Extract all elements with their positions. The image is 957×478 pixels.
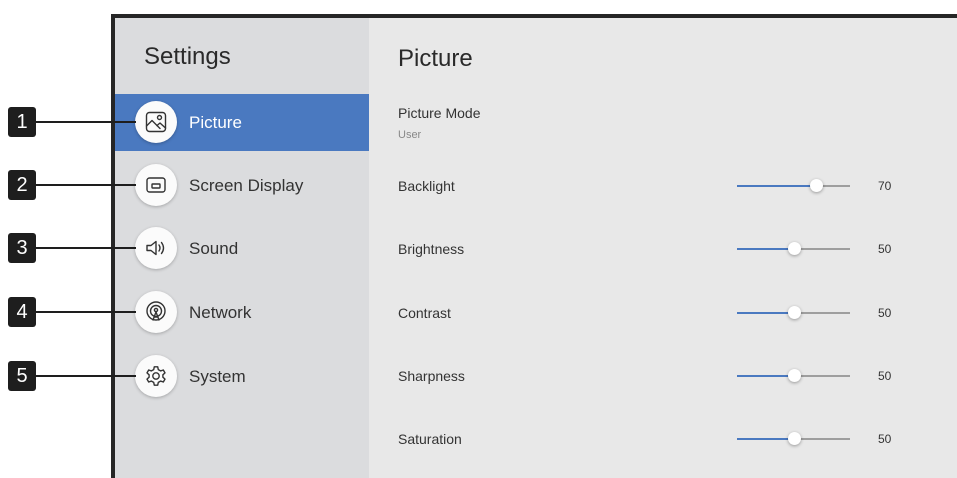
setting-row-backlight[interactable]: Backlight 70 xyxy=(369,171,957,201)
setting-value: 50 xyxy=(878,306,892,320)
callout-2: 2 xyxy=(8,170,36,200)
setting-value: 50 xyxy=(878,369,892,383)
callout-4: 4 xyxy=(8,297,36,327)
callout-5: 5 xyxy=(8,361,36,391)
sidebar: Settings Picture Screen Display Sound Ne… xyxy=(115,18,369,478)
setting-row-contrast[interactable]: Contrast 50 xyxy=(369,298,957,328)
slider-thumb[interactable] xyxy=(787,432,801,445)
setting-label: Sharpness xyxy=(398,368,465,384)
contrast-slider[interactable] xyxy=(737,306,850,319)
slider-thumb[interactable] xyxy=(787,242,801,255)
sharpness-slider[interactable] xyxy=(737,369,850,382)
sidebar-item-picture[interactable]: Picture xyxy=(115,94,369,151)
saturation-slider[interactable] xyxy=(737,432,850,445)
slider-fill xyxy=(737,375,794,377)
sidebar-item-sound[interactable]: Sound xyxy=(115,220,369,277)
callout-leader xyxy=(36,375,136,377)
setting-value: 50 xyxy=(878,242,892,256)
sidebar-item-network[interactable]: Network xyxy=(115,284,369,341)
sidebar-item-label: Sound xyxy=(189,239,239,258)
callout-leader xyxy=(36,247,136,249)
callout-leader xyxy=(36,121,136,123)
slider-fill xyxy=(737,248,794,250)
sidebar-title: Settings xyxy=(144,43,231,70)
callout-leader xyxy=(36,311,136,313)
backlight-slider[interactable] xyxy=(737,179,850,192)
gear-icon xyxy=(135,355,177,397)
slider-thumb[interactable] xyxy=(810,179,824,192)
setting-row-sharpness[interactable]: Sharpness 50 xyxy=(369,361,957,391)
main-panel: Picture Picture Mode User Backlight 70 B… xyxy=(369,18,957,478)
network-icon xyxy=(135,291,177,333)
sidebar-item-label: Screen Display xyxy=(189,176,304,195)
page-title: Picture xyxy=(398,45,473,72)
speaker-icon xyxy=(135,227,177,269)
picture-mode-row[interactable]: Picture Mode User xyxy=(369,98,957,148)
setting-label: Backlight xyxy=(398,178,455,194)
picture-mode-value: User xyxy=(398,129,422,141)
picture-icon xyxy=(135,101,177,143)
sidebar-item-label: System xyxy=(189,367,246,386)
setting-row-saturation[interactable]: Saturation 50 xyxy=(369,424,957,454)
setting-row-brightness[interactable]: Brightness 50 xyxy=(369,234,957,264)
sidebar-item-system[interactable]: System xyxy=(115,348,369,405)
callout-3: 3 xyxy=(8,233,36,263)
setting-label: Brightness xyxy=(398,241,465,257)
setting-value: 70 xyxy=(878,179,892,193)
slider-fill xyxy=(737,185,817,187)
slider-thumb[interactable] xyxy=(787,306,801,319)
slider-fill xyxy=(737,312,794,314)
slider-thumb[interactable] xyxy=(787,369,801,382)
setting-label: Contrast xyxy=(398,305,451,321)
picture-mode-label: Picture Mode xyxy=(398,105,481,121)
callout-leader xyxy=(36,184,136,186)
brightness-slider[interactable] xyxy=(737,242,850,255)
screen-display-icon xyxy=(135,164,177,206)
callout-1: 1 xyxy=(8,107,36,137)
sidebar-item-label: Network xyxy=(189,303,252,322)
setting-value: 50 xyxy=(878,432,892,446)
slider-fill xyxy=(737,438,794,440)
sidebar-item-screen-display[interactable]: Screen Display xyxy=(115,157,369,214)
setting-label: Saturation xyxy=(398,431,462,447)
sidebar-item-label: Picture xyxy=(189,113,242,132)
